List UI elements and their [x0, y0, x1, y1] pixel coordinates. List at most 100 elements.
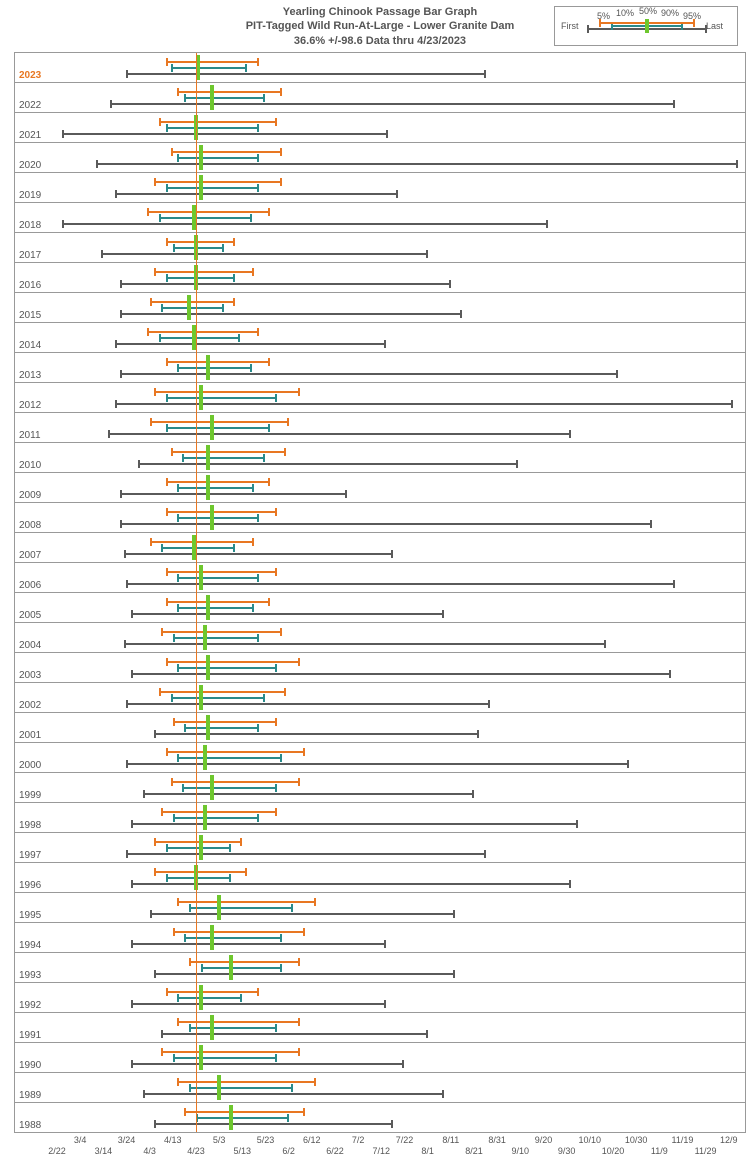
range-first-last — [120, 283, 451, 285]
row-plot — [57, 1073, 745, 1102]
year-label: 2018 — [19, 220, 41, 231]
median-marker — [199, 835, 203, 860]
range-5-95 — [147, 331, 258, 333]
median-marker — [199, 1045, 203, 1070]
x-tick: 4/3 — [143, 1146, 156, 1156]
range-5-95 — [161, 631, 281, 633]
legend-last: Last — [706, 21, 723, 31]
range-10-90 — [189, 1027, 277, 1029]
year-row: 2003 — [15, 653, 745, 683]
range-first-last — [62, 133, 389, 135]
x-tick: 3/24 — [118, 1135, 136, 1145]
year-label: 1992 — [19, 1000, 41, 1011]
row-plot — [57, 143, 745, 172]
legend-50pct: 50% — [639, 6, 657, 16]
range-first-last — [154, 973, 455, 975]
x-tick: 8/1 — [421, 1146, 434, 1156]
x-tick: 7/2 — [352, 1135, 365, 1145]
year-row: 2001 — [15, 713, 745, 743]
year-label: 1991 — [19, 1030, 41, 1041]
range-10-90 — [166, 877, 231, 879]
year-label: 2000 — [19, 760, 41, 771]
range-10-90 — [166, 427, 270, 429]
year-row: 2013 — [15, 353, 745, 383]
median-marker — [210, 505, 214, 530]
range-first-last — [126, 73, 485, 75]
year-label: 1993 — [19, 970, 41, 981]
year-row: 2020 — [15, 143, 745, 173]
year-label: 2008 — [19, 520, 41, 531]
range-10-90 — [166, 397, 277, 399]
year-row: 2018 — [15, 203, 745, 233]
range-5-95 — [166, 571, 277, 573]
range-5-95 — [147, 211, 270, 213]
year-label: 1999 — [19, 790, 41, 801]
x-tick: 10/10 — [579, 1135, 602, 1145]
row-plot — [57, 83, 745, 112]
year-row: 2007 — [15, 533, 745, 563]
year-row: 1989 — [15, 1073, 745, 1103]
range-5-95 — [166, 61, 259, 63]
year-row: 2015 — [15, 293, 745, 323]
range-5-95 — [166, 481, 270, 483]
range-5-95 — [166, 601, 270, 603]
row-plot — [57, 263, 745, 292]
range-5-95 — [177, 901, 316, 903]
x-tick: 8/11 — [442, 1135, 459, 1145]
year-label: 2002 — [19, 700, 41, 711]
range-10-90 — [159, 217, 252, 219]
year-label: 1998 — [19, 820, 41, 831]
year-row: 1990 — [15, 1043, 745, 1073]
median-marker — [206, 715, 210, 740]
year-row: 2019 — [15, 173, 745, 203]
median-marker — [203, 625, 207, 650]
year-row: 1998 — [15, 803, 745, 833]
x-tick: 6/22 — [326, 1146, 344, 1156]
median-marker — [199, 145, 203, 170]
year-label: 2014 — [19, 340, 41, 351]
range-first-last — [126, 583, 675, 585]
median-marker — [210, 85, 214, 110]
row-plot — [57, 443, 745, 472]
range-first-last — [131, 1063, 404, 1065]
year-row: 2017 — [15, 233, 745, 263]
range-first-last — [143, 793, 474, 795]
year-row: 2002 — [15, 683, 745, 713]
range-5-95 — [171, 781, 301, 783]
year-row: 1992 — [15, 983, 745, 1013]
row-plot — [57, 623, 745, 652]
range-first-last — [154, 1123, 393, 1125]
x-tick: 4/13 — [164, 1135, 182, 1145]
range-10-90 — [196, 1117, 289, 1119]
median-marker — [206, 475, 210, 500]
x-tick: 6/2 — [282, 1146, 295, 1156]
year-label: 2013 — [19, 370, 41, 381]
range-10-90 — [173, 1057, 277, 1059]
row-plot — [57, 173, 745, 202]
year-label: 2021 — [19, 130, 41, 141]
range-5-95 — [166, 751, 305, 753]
row-plot — [57, 653, 745, 682]
year-row: 2004 — [15, 623, 745, 653]
range-first-last — [126, 763, 629, 765]
row-plot — [57, 203, 745, 232]
median-marker — [199, 565, 203, 590]
row-plot — [57, 953, 745, 982]
range-first-last — [143, 1093, 444, 1095]
row-plot — [57, 353, 745, 382]
year-row: 2011 — [15, 413, 745, 443]
row-plot — [57, 773, 745, 802]
range-10-90 — [182, 457, 265, 459]
x-tick: 10/20 — [602, 1146, 625, 1156]
range-first-last — [131, 943, 386, 945]
median-marker — [199, 985, 203, 1010]
range-first-last — [101, 253, 428, 255]
range-5-95 — [171, 151, 282, 153]
median-marker — [187, 295, 191, 320]
median-marker — [206, 355, 210, 380]
range-10-90 — [189, 1087, 293, 1089]
range-10-90 — [189, 907, 293, 909]
range-5-95 — [154, 871, 247, 873]
row-plot — [57, 803, 745, 832]
range-10-90 — [173, 817, 259, 819]
